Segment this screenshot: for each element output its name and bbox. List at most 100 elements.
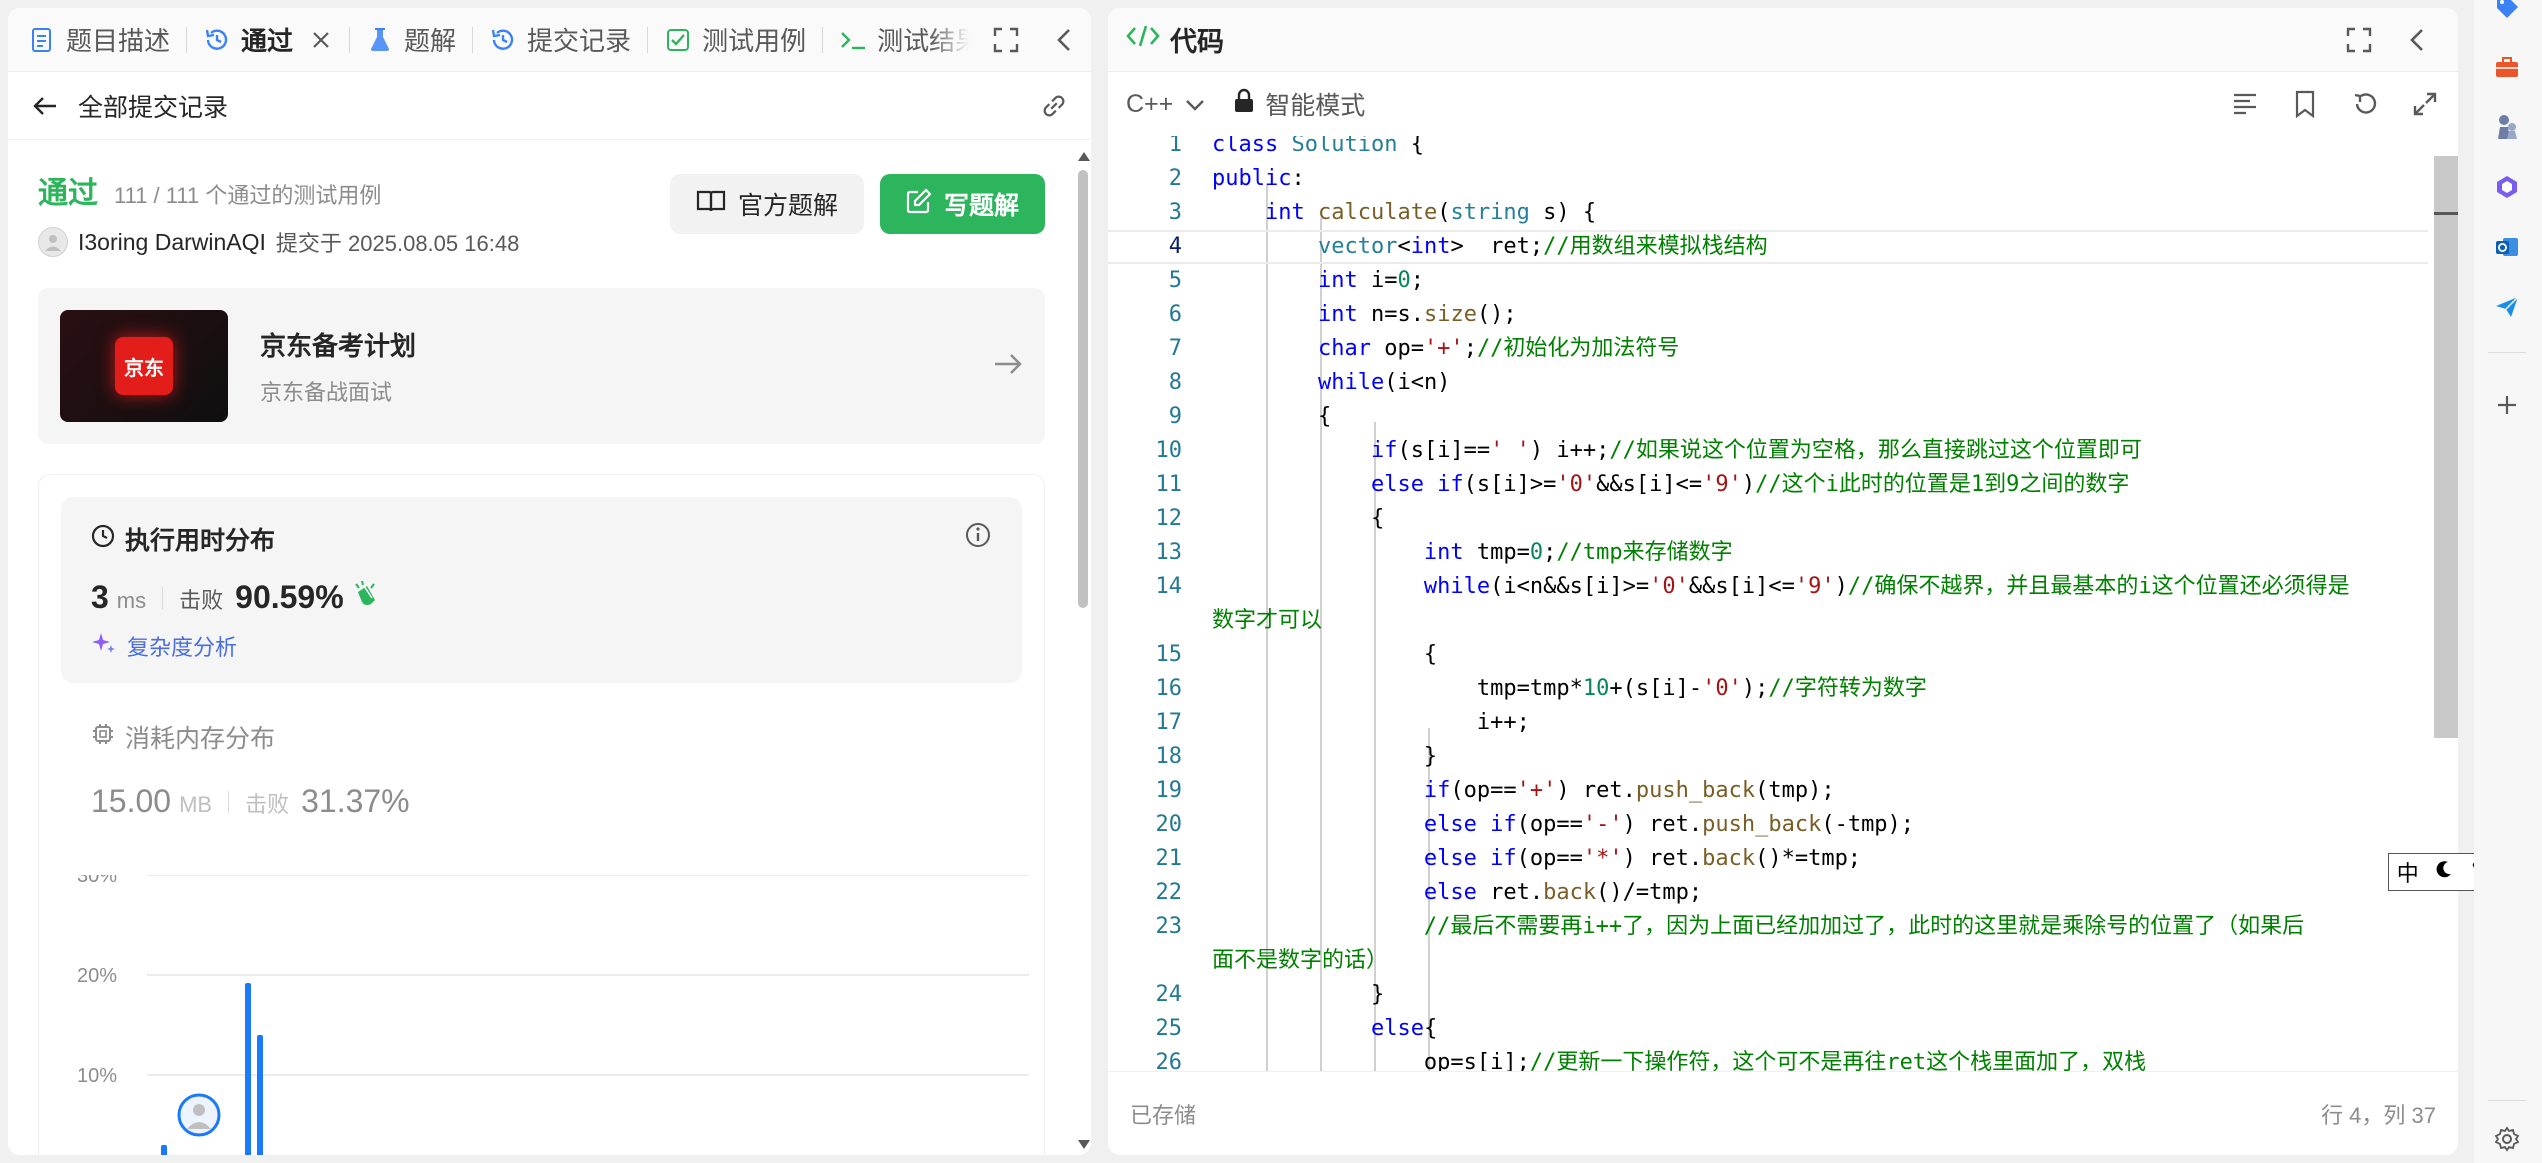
back-to-submissions[interactable]: 全部提交记录 — [30, 88, 228, 124]
info-icon[interactable] — [964, 521, 992, 554]
avatar[interactable] — [38, 227, 68, 257]
complexity-analysis-link[interactable]: 复杂度分析 — [91, 630, 992, 662]
code-line: 17 i++; — [1155, 710, 1530, 735]
code-line: 20 else if(op=='-') ret.push_back(-tmp); — [1155, 812, 1915, 837]
metric-divider — [228, 790, 230, 813]
author-name[interactable]: I3oring DarwinAQI — [78, 229, 266, 256]
left-scrollbar[interactable] — [1075, 148, 1091, 1155]
memory-title: 消耗内存分布 — [125, 725, 276, 753]
tag-icon[interactable] — [2492, 0, 2522, 22]
official-solution-label: 官方题解 — [737, 192, 838, 220]
distribution-bar[interactable] — [161, 1145, 167, 1155]
arrow-left-icon — [30, 91, 60, 121]
ime-language[interactable]: 中 — [2397, 856, 2419, 888]
complexity-label: 复杂度分析 — [127, 635, 238, 660]
code-line: 5 int i=0; — [1168, 268, 1424, 293]
moon-icon[interactable] — [2434, 859, 2454, 885]
promo-card[interactable]: 京东 京东备考计划 京东备战面试 — [38, 288, 1045, 444]
runtime-distribution-chart[interactable]: 30% 20% 10% — [39, 875, 1039, 1155]
code-line: 1 class Solution { — [1168, 136, 1424, 157]
code-line: 18 } — [1155, 744, 1438, 769]
tab-divider — [647, 26, 649, 53]
code-line: 12 { — [1155, 506, 1385, 531]
left-panel: 题目描述 通过 题解 提交记录 测试用例 测试结果 全部提交记录 通过 111 … — [8, 8, 1091, 1155]
copilot-icon[interactable] — [2492, 172, 2522, 202]
code-line: 9 { — [1168, 404, 1332, 429]
cursor-position: 行 4，列 37 — [2321, 1102, 2436, 1128]
link-icon[interactable] — [1039, 91, 1069, 121]
distribution-bar[interactable] — [245, 983, 251, 1155]
tab-description[interactable]: 题目描述 — [28, 21, 170, 58]
collapse-chevron-icon[interactable] — [1049, 25, 1079, 55]
promo-subtitle: 京东备战面试 — [260, 379, 393, 405]
code-header: 代码 — [1108, 8, 2458, 72]
runtime-beat-label: 击败 — [179, 588, 224, 613]
history-icon — [203, 26, 231, 54]
promo-image: 京东 — [60, 310, 228, 422]
code-editor[interactable]: 1 class Solution { 2 public: 3 int calcula… — [1108, 136, 2458, 1071]
tab-solutions[interactable]: 题解 — [366, 21, 456, 58]
close-icon[interactable] — [309, 28, 333, 52]
official-solution-button[interactable]: 官方题解 — [669, 174, 864, 234]
book-icon — [696, 188, 726, 221]
memory-beat-label: 击败 — [245, 792, 290, 817]
editor-scrollbar-thumb[interactable] — [2434, 156, 2458, 738]
edit-icon — [906, 187, 932, 221]
tab-divider — [822, 26, 824, 53]
submission-subheader: 全部提交记录 — [8, 72, 1091, 140]
format-icon[interactable] — [2230, 89, 2260, 119]
code-toolbar: C++ 智能模式 — [1108, 72, 2458, 136]
expand-icon[interactable] — [2410, 89, 2440, 119]
logo-text: 京东 — [124, 357, 164, 380]
code-line: 15 { — [1155, 642, 1438, 667]
code-line: 3 int calculate(string s) { — [1168, 200, 1597, 225]
bookmark-icon[interactable] — [2290, 89, 2320, 119]
submission-detail: 通过 111 / 111 个通过的测试用例 I3oring DarwinAQI … — [8, 140, 1075, 1155]
tab-test-results[interactable]: 测试结果 — [839, 21, 969, 58]
tab-divider — [349, 26, 351, 53]
code-line: 22 else ret.back()/=tmp; — [1155, 880, 1703, 905]
runtime-card[interactable]: 执行用时分布 3 ms 击败 90.59% 复杂度分析 — [61, 497, 1022, 683]
runtime-title: 执行用时分布 — [125, 527, 276, 555]
tab-divider — [186, 26, 188, 53]
checkbox-icon — [664, 26, 692, 54]
tab-accepted[interactable]: 通过 — [203, 21, 333, 58]
tab-testcases[interactable]: 测试用例 — [664, 21, 806, 58]
distribution-bar[interactable] — [257, 1035, 263, 1155]
tab-submissions[interactable]: 提交记录 — [489, 21, 631, 58]
gear-icon[interactable] — [2492, 1124, 2522, 1154]
code-line: 25 else{ — [1155, 1016, 1438, 1041]
testcase-count: 111 / 111 个通过的测试用例 — [114, 183, 382, 208]
outlook-icon[interactable] — [2492, 232, 2522, 262]
tab-label: 题目描述 — [66, 26, 171, 56]
reset-icon[interactable] — [2350, 89, 2380, 119]
smart-mode-toggle[interactable]: 智能模式 — [1233, 86, 1365, 122]
chess-icon[interactable] — [2492, 112, 2522, 142]
code-title: 代码 — [1170, 27, 1224, 57]
language-select[interactable]: C++ — [1126, 90, 1205, 119]
memory-card[interactable]: 消耗内存分布 15.00 MB 击败 31.37% — [61, 683, 1022, 820]
chevron-down-icon — [1185, 90, 1205, 119]
write-solution-button[interactable]: 写题解 — [879, 174, 1045, 234]
code-line: 16 tmp=tmp*10+(s[i]-'0');//字符转为数字 — [1155, 676, 1927, 701]
language-value: C++ — [1126, 89, 1174, 118]
editor-scroll-cursor-mark — [2434, 212, 2458, 215]
runtime-beat: 90.59% — [235, 579, 344, 615]
collapse-chevron-icon[interactable] — [2402, 25, 2432, 55]
fullscreen-icon[interactable] — [2344, 25, 2374, 55]
history-icon — [489, 26, 517, 54]
code-line: 2 public: — [1168, 166, 1305, 191]
clap-hands-icon — [352, 580, 380, 613]
scroll-up-arrow[interactable] — [1078, 152, 1090, 161]
sidebar-divider — [2488, 1100, 2526, 1101]
status-badge: 通过 — [38, 177, 98, 210]
scrollbar-thumb[interactable] — [1078, 170, 1088, 608]
memory-beat: 31.37% — [301, 783, 410, 819]
send-icon[interactable] — [2492, 292, 2522, 322]
fullscreen-icon[interactable] — [991, 25, 1021, 55]
code-line: 13 int tmp=0;//tmp来存储数字 — [1155, 540, 1733, 565]
user-position-marker[interactable] — [177, 1093, 221, 1137]
plus-icon[interactable] — [2492, 390, 2522, 420]
scroll-down-arrow[interactable] — [1078, 1140, 1090, 1149]
toolbox-icon[interactable] — [2492, 52, 2522, 82]
